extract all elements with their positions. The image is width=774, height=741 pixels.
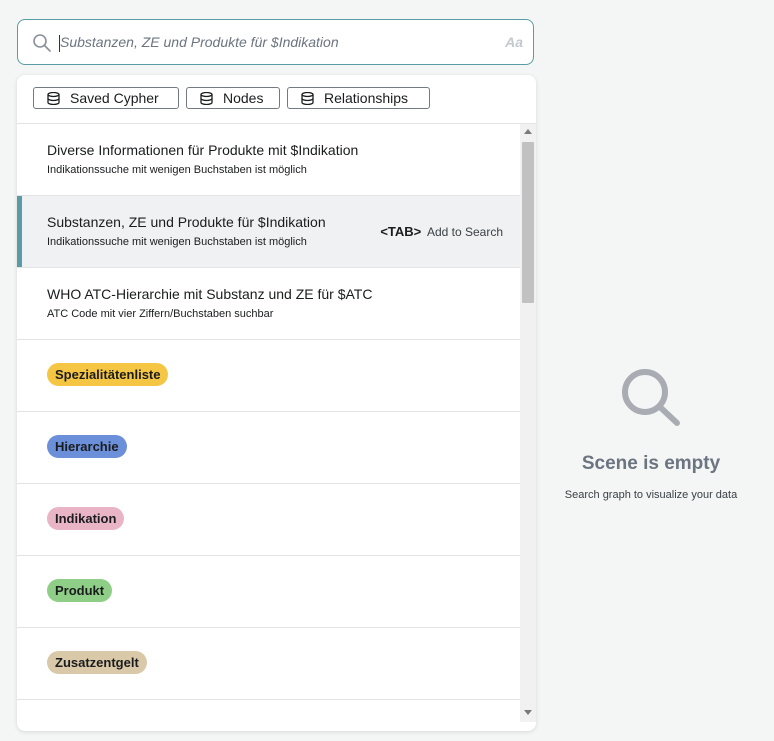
scroll-down-arrow-icon[interactable] [524, 710, 532, 715]
filter-label: Relationships [324, 90, 409, 106]
add-to-search-hint: <TAB> Add to Search [380, 224, 503, 239]
search-icon [33, 34, 51, 52]
search-icon [622, 369, 680, 426]
node-label-chip: Produkt [47, 579, 113, 602]
node-label-item[interactable]: Spezialitätenliste [17, 340, 520, 412]
filter-label: Saved Cypher [70, 90, 159, 106]
node-label-item[interactable]: Hierarchie [17, 412, 520, 484]
scroll-thumb[interactable] [522, 142, 534, 303]
database-icon [47, 92, 60, 105]
relationships-filter-button[interactable]: Relationships [287, 87, 430, 109]
case-sensitive-toggle[interactable]: Aa [505, 34, 523, 50]
tab-action-label: Add to Search [426, 225, 503, 239]
database-icon [200, 92, 213, 105]
node-label-item[interactable]: Zusatzentgelt [17, 628, 520, 700]
database-icon [301, 92, 314, 105]
filter-label: Nodes [223, 90, 264, 106]
empty-state-title: Scene is empty [581, 453, 721, 474]
suggestion-title: Diverse Informationen für Produkte mit $… [47, 142, 359, 158]
saved-cypher-filter-button[interactable]: Saved Cypher [33, 87, 179, 109]
node-label-chip: Spezialitätenliste [47, 363, 169, 386]
node-label-item[interactable]: Indikation [17, 484, 520, 556]
search-bar[interactable]: Substanzen, ZE und Produkte für $Indikat… [17, 19, 534, 65]
results-list: Diverse Informationen für Produkte mit $… [17, 124, 520, 700]
empty-state-subtitle: Search graph to visualize your data [564, 489, 738, 501]
search-input[interactable]: Substanzen, ZE und Produkte für $Indikat… [60, 34, 339, 50]
suggestion-title: WHO ATC-Hierarchie mit Substanz und ZE f… [47, 286, 373, 302]
filter-row: Saved Cypher Nodes Relationships [17, 75, 536, 124]
nodes-filter-button[interactable]: Nodes [186, 87, 280, 109]
suggestion-subtitle: Indikationssuche mit wenigen Buchstaben … [47, 164, 307, 176]
results-scrollbar[interactable] [520, 124, 536, 722]
suggestion-subtitle: Indikationssuche mit wenigen Buchstaben … [47, 236, 307, 248]
suggestion-item[interactable]: WHO ATC-Hierarchie mit Substanz und ZE f… [17, 268, 520, 340]
node-label-chip: Zusatzentgelt [47, 651, 147, 674]
suggestion-title: Substanzen, ZE und Produkte für $Indikat… [47, 214, 326, 230]
tab-key-label: <TAB> [380, 224, 422, 239]
scroll-up-arrow-icon[interactable] [524, 129, 532, 134]
node-label-chip: Indikation [47, 507, 125, 530]
suggestion-subtitle: ATC Code mit vier Ziffern/Buchstaben suc… [47, 308, 274, 320]
suggestion-item[interactable]: Diverse Informationen für Produkte mit $… [17, 124, 520, 196]
selection-indicator [17, 196, 22, 267]
search-dropdown: Saved Cypher Nodes Relationships Diverse… [17, 75, 536, 731]
node-label-chip: Hierarchie [47, 435, 127, 458]
node-label-item[interactable]: Produkt [17, 556, 520, 628]
suggestion-item-selected[interactable]: Substanzen, ZE und Produkte für $Indikat… [17, 196, 520, 268]
